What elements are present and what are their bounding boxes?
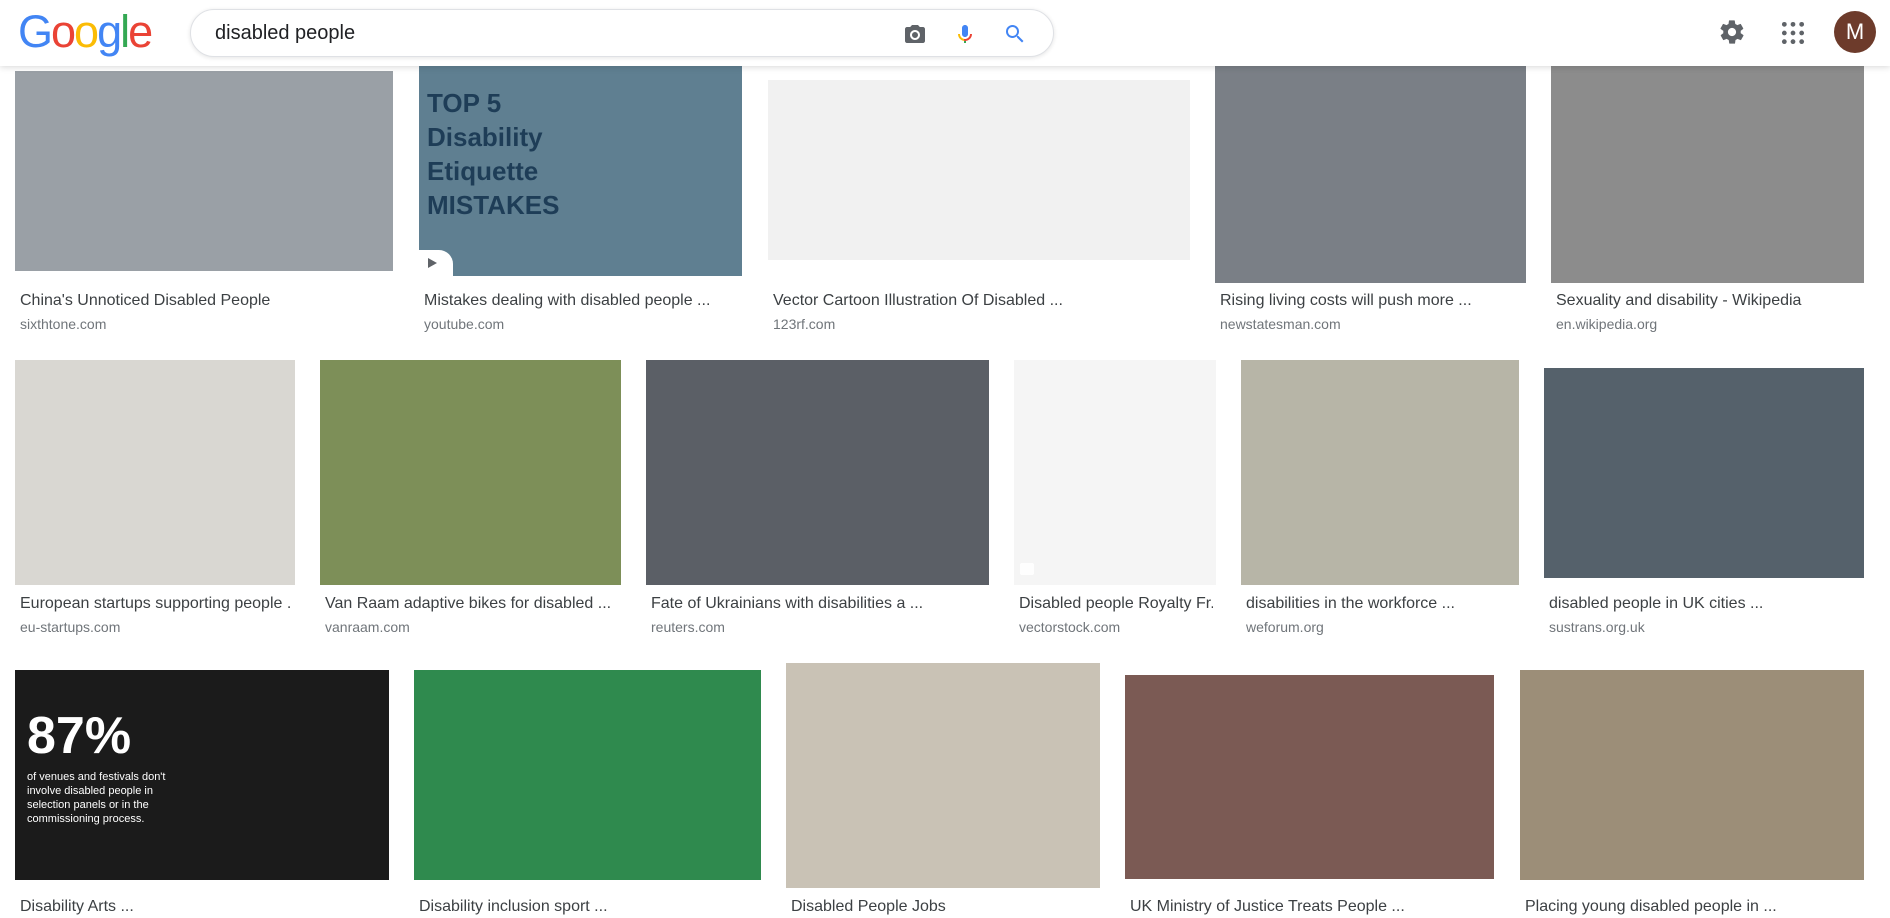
logo-letter: G: [18, 6, 53, 57]
logo-letter: g: [97, 6, 122, 57]
result-title[interactable]: Disabled people Royalty Fr...: [1019, 594, 1213, 614]
result-source: en.wikipedia.org: [1556, 316, 1658, 332]
search-input[interactable]: [215, 18, 855, 48]
result-thumbnail[interactable]: [15, 71, 393, 271]
stat-figure: 87%: [27, 707, 132, 765]
result-thumbnail[interactable]: [1215, 66, 1526, 283]
result-thumbnail[interactable]: [15, 360, 295, 585]
image-result[interactable]: disabilities in the workforce ... weforum…: [1241, 360, 1519, 650]
result-source: reuters.com: [651, 619, 725, 635]
video-title-overlay: TOP 5 Disability Etiquette MISTAKES: [427, 88, 560, 220]
result-source: newstatesman.com: [1220, 316, 1341, 332]
search-box: [190, 9, 1054, 57]
result-title[interactable]: disabled people in UK cities ...: [1549, 594, 1861, 614]
image-result[interactable]: Rising living costs will push more ... ne…: [1215, 66, 1526, 356]
image-result[interactable]: Fate of Ukrainians with disabilities a .…: [646, 360, 989, 650]
result-title[interactable]: Vector Cartoon Illustration Of Disabled …: [773, 291, 1187, 311]
result-source: 123rf.com: [773, 316, 836, 332]
result-title[interactable]: UK Ministry of Justice Treats People ...: [1130, 897, 1491, 917]
image-result[interactable]: Van Raam adaptive bikes for disabled ...…: [320, 360, 621, 650]
image-result[interactable]: Disabled people Royalty Fr... vectorstock…: [1014, 360, 1216, 650]
gear-icon[interactable]: [1718, 18, 1746, 46]
result-title[interactable]: Disability Arts ...: [20, 897, 386, 917]
logo-letter: l: [120, 6, 130, 57]
logo-letter: o: [51, 6, 76, 57]
result-thumbnail[interactable]: [1551, 66, 1864, 283]
image-result[interactable]: Placing young disabled people in ...: [1520, 663, 1864, 918]
result-title[interactable]: China's Unnoticed Disabled People: [20, 291, 390, 311]
image-result[interactable]: China's Unnoticed Disabled People sixthto…: [15, 66, 393, 356]
image-result[interactable]: 87% of venues and festivals don't involve…: [15, 663, 389, 918]
result-thumbnail[interactable]: [1520, 670, 1864, 880]
top-bar: Google M: [0, 0, 1890, 66]
image-result[interactable]: disabled people in UK cities ... sustrans…: [1544, 360, 1864, 650]
image-result[interactable]: UK Ministry of Justice Treats People ...: [1125, 663, 1494, 918]
result-source: sustrans.org.uk: [1549, 619, 1645, 635]
result-title[interactable]: Mistakes dealing with disabled people ..…: [424, 291, 739, 311]
result-thumbnail[interactable]: [1125, 675, 1494, 879]
stat-caption: of venues and festivals don't involve di…: [27, 771, 166, 825]
result-thumbnail[interactable]: [1241, 360, 1519, 585]
result-source: weforum.org: [1246, 619, 1324, 635]
image-result[interactable]: Vector Cartoon Illustration Of Disabled …: [768, 66, 1190, 356]
result-title[interactable]: Placing young disabled people in ...: [1525, 897, 1861, 917]
result-thumbnail[interactable]: [1544, 368, 1864, 578]
camera-icon[interactable]: [903, 22, 927, 46]
image-result[interactable]: Disability inclusion sport ...: [414, 663, 761, 918]
image-result[interactable]: European startups supporting people ... e…: [15, 360, 295, 650]
result-thumbnail[interactable]: [1014, 360, 1216, 585]
image-result[interactable]: TOP 5 Disability Etiquette MISTAKES Mista…: [419, 66, 742, 356]
result-source: vectorstock.com: [1019, 619, 1121, 635]
apps-grid-icon[interactable]: [1780, 20, 1806, 46]
result-thumbnail[interactable]: [768, 80, 1190, 260]
result-thumbnail[interactable]: [646, 360, 989, 585]
result-source: youtube.com: [424, 316, 505, 332]
result-title[interactable]: Fate of Ukrainians with disabilities a .…: [651, 594, 986, 614]
image-result[interactable]: Disabled People Jobs: [786, 663, 1100, 918]
result-thumbnail[interactable]: TOP 5 Disability Etiquette MISTAKES: [419, 66, 742, 276]
image-result[interactable]: Sexuality and disability - Wikipedia en.w…: [1551, 66, 1864, 356]
result-title[interactable]: disabilities in the workforce ...: [1246, 594, 1516, 614]
result-title[interactable]: European startups supporting people ...: [20, 594, 292, 614]
google-logo[interactable]: Google: [18, 6, 153, 57]
avatar[interactable]: M: [1834, 11, 1876, 53]
result-title[interactable]: Van Raam adaptive bikes for disabled ...: [325, 594, 618, 614]
logo-letter: o: [74, 6, 99, 57]
result-thumbnail[interactable]: [786, 663, 1100, 888]
search-icon[interactable]: [1003, 22, 1027, 46]
result-source: vanraam.com: [325, 619, 410, 635]
mic-icon[interactable]: [953, 22, 977, 46]
result-thumbnail[interactable]: 87% of venues and festivals don't involve…: [15, 670, 389, 880]
result-thumbnail[interactable]: [414, 670, 761, 880]
result-title[interactable]: Disability inclusion sport ...: [419, 897, 758, 917]
play-icon: [419, 250, 453, 276]
result-title[interactable]: Disabled People Jobs: [791, 897, 1097, 917]
logo-letter: e: [128, 6, 153, 57]
image-icon: [1020, 563, 1034, 575]
result-source: sixthtone.com: [20, 316, 107, 332]
result-source: eu-startups.com: [20, 619, 121, 635]
result-title[interactable]: Rising living costs will push more ...: [1220, 291, 1523, 311]
result-title[interactable]: Sexuality and disability - Wikipedia: [1556, 291, 1861, 311]
result-thumbnail[interactable]: [320, 360, 621, 585]
